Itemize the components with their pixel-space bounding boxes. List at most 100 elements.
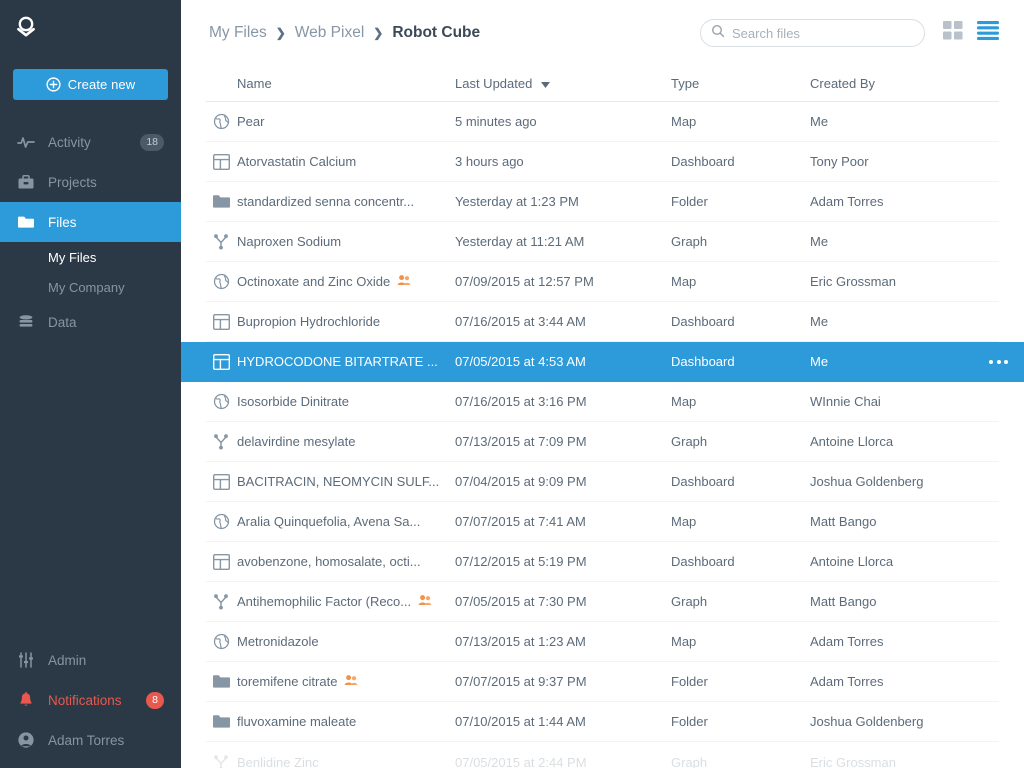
- table-row[interactable]: Aralia Quinquefolia, Avena Sa... 07/07/20…: [206, 502, 999, 542]
- table-row[interactable]: Naproxen Sodium Yesterday at 11:21 AM Grap…: [206, 222, 999, 262]
- cell-type: Folder: [671, 194, 708, 209]
- graph-icon: [213, 593, 237, 611]
- globe-icon: [213, 393, 237, 411]
- file-name-label: Atorvastatin Calcium: [237, 154, 357, 169]
- cell-updated: 07/05/2015 at 4:53 AM: [455, 354, 586, 369]
- cell-updated: 07/13/2015 at 1:23 AM: [455, 634, 586, 649]
- table-row[interactable]: standardized senna concentr... Yesterday …: [206, 182, 999, 222]
- table-row[interactable]: Octinoxate and Zinc Oxide 07/09/2015 at 1…: [206, 262, 999, 302]
- globe-icon: [213, 273, 237, 291]
- cell-createdby: Adam Torres: [810, 194, 884, 209]
- table-row-selected[interactable]: HYDROCODONE BITARTRATE ... 07/05/2015 at …: [181, 342, 1024, 382]
- sidebar-item-activity[interactable]: Activity 18: [0, 122, 181, 162]
- cell-createdby: Tony Poor: [810, 154, 869, 169]
- table-row[interactable]: Antihemophilic Factor (Reco... 07/05/2015…: [206, 582, 999, 622]
- table-row[interactable]: fluvoxamine maleate 07/10/2015 at 1:44 AM…: [206, 702, 999, 742]
- lookerbot-logo-icon: [13, 14, 39, 40]
- cell-createdby: Joshua Goldenberg: [810, 714, 924, 729]
- cell-createdby: WInnie Chai: [810, 394, 881, 409]
- sidebar-item-notifications[interactable]: Notifications 8: [0, 680, 181, 720]
- table-row[interactable]: avobenzone, homosalate, octi... 07/12/201…: [206, 542, 999, 582]
- folder-icon: [213, 673, 237, 691]
- graph-icon: [213, 233, 237, 251]
- cell-createdby: Me: [810, 234, 829, 249]
- column-header-created-by[interactable]: Created By: [810, 76, 999, 91]
- table-row[interactable]: toremifene citrate 07/07/2015 at 9:37 PM F…: [206, 662, 999, 702]
- cell-updated: 07/12/2015 at 5:19 PM: [455, 554, 587, 569]
- list-view-button[interactable]: [977, 21, 999, 45]
- sidebar-item-projects[interactable]: Projects: [0, 162, 181, 202]
- cell-type: Graph: [671, 234, 708, 249]
- caret-down-icon: [541, 76, 551, 91]
- cell-createdby: Adam Torres: [810, 634, 884, 649]
- topbar: My Files ❯ Web Pixel ❯ Robot Cube: [181, 0, 1024, 66]
- cell-type: Map: [671, 634, 697, 649]
- cell-updated: 07/09/2015 at 12:57 PM: [455, 274, 594, 289]
- cell-createdby: Eric Grossman: [810, 754, 896, 768]
- column-header-name[interactable]: Name: [237, 76, 455, 91]
- cell-createdby: Me: [810, 114, 829, 129]
- table-body: Pear 5 minutes ago Map Me Atorvastatin Calci…: [181, 102, 1024, 768]
- breadcrumb-separator-icon: ❯: [373, 26, 384, 40]
- cell-updated: 07/07/2015 at 7:41 AM: [455, 514, 586, 529]
- logo-container[interactable]: [0, 0, 181, 54]
- sidebar-item-user[interactable]: Adam Torres: [0, 720, 181, 760]
- table-row[interactable]: Atorvastatin Calcium 3 hours ago Dashboard…: [206, 142, 999, 182]
- sidebar-subitem-my-files[interactable]: My Files: [0, 242, 181, 272]
- table-row[interactable]: Pear 5 minutes ago Map Me: [206, 102, 999, 142]
- shared-users-icon: [397, 274, 411, 289]
- search-input[interactable]: [732, 25, 914, 41]
- table-row[interactable]: Benlidine Zinc 07/05/2015 at 2:44 PM Graph…: [206, 742, 999, 768]
- cell-updated: 07/05/2015 at 7:30 PM: [455, 594, 587, 609]
- breadcrumb-item-my-files[interactable]: My Files: [209, 24, 267, 42]
- search-box[interactable]: [700, 19, 925, 47]
- cell-createdby: Me: [810, 354, 829, 369]
- cell-updated: 07/16/2015 at 3:44 AM: [455, 314, 586, 329]
- sidebar-bottom-nav: Admin Notifications 8 Adam Torres: [0, 640, 181, 760]
- cell-updated: 07/13/2015 at 7:09 PM: [455, 434, 587, 449]
- table-row[interactable]: delavirdine mesylate 07/13/2015 at 7:09 P…: [206, 422, 999, 462]
- cell-updated: 3 hours ago: [455, 154, 524, 169]
- cell-createdby: Antoine Llorca: [810, 554, 894, 569]
- dashboard-icon: [213, 353, 237, 371]
- table-row[interactable]: Metronidazole 07/13/2015 at 1:23 AM Map Ada…: [206, 622, 999, 662]
- cell-updated: Yesterday at 11:21 AM: [455, 234, 585, 249]
- grid-view-button[interactable]: [943, 21, 963, 45]
- sidebar-item-label: Activity: [48, 134, 91, 150]
- sidebar-subitem-my-company[interactable]: My Company: [0, 272, 181, 302]
- cell-type: Map: [671, 514, 697, 529]
- cell-name: Benlidine Zinc: [237, 755, 455, 768]
- breadcrumb: My Files ❯ Web Pixel ❯ Robot Cube: [209, 24, 700, 42]
- column-header-type[interactable]: Type: [671, 76, 810, 91]
- cell-type: Graph: [671, 434, 708, 449]
- dashboard-icon: [213, 313, 237, 331]
- table-row[interactable]: Bupropion Hydrochloride 07/16/2015 at 3:4…: [206, 302, 999, 342]
- table-row[interactable]: Isosorbide Dinitrate 07/16/2015 at 3:16 P…: [206, 382, 999, 422]
- file-name-label: standardized senna concentr...: [237, 194, 415, 209]
- globe-icon: [213, 513, 237, 531]
- cell-name: Pear: [237, 114, 455, 129]
- table-row[interactable]: BACITRACIN, NEOMYCIN SULF... 07/04/2015 a…: [206, 462, 999, 502]
- folder-icon: [213, 713, 237, 731]
- cell-name: HYDROCODONE BITARTRATE ...: [237, 354, 455, 369]
- file-name-label: Bupropion Hydrochloride: [237, 314, 381, 329]
- cell-updated: 07/16/2015 at 3:16 PM: [455, 394, 587, 409]
- cell-updated: 07/07/2015 at 9:37 PM: [455, 674, 587, 689]
- shared-users-icon: [344, 674, 358, 689]
- breadcrumb-item-web-pixel[interactable]: Web Pixel: [295, 24, 365, 42]
- sidebar-item-admin[interactable]: Admin: [0, 640, 181, 680]
- sidebar-item-files[interactable]: Files: [0, 202, 181, 242]
- cell-name: standardized senna concentr...: [237, 194, 455, 209]
- file-name-label: avobenzone, homosalate, octi...: [237, 554, 421, 569]
- cell-type: Map: [671, 274, 697, 289]
- create-new-button[interactable]: Create new: [13, 69, 168, 100]
- column-header-last-updated[interactable]: Last Updated: [455, 76, 671, 91]
- create-new-label: Create new: [67, 77, 136, 92]
- row-actions-menu-button[interactable]: [989, 359, 1008, 364]
- view-toggle: [943, 21, 999, 45]
- file-name-label: Aralia Quinquefolia, Avena Sa...: [237, 514, 421, 529]
- sidebar-item-data[interactable]: Data: [0, 302, 181, 342]
- column-header-label: Type: [671, 76, 700, 91]
- plus-circle-icon: [46, 77, 68, 92]
- cell-name: BACITRACIN, NEOMYCIN SULF...: [237, 474, 455, 489]
